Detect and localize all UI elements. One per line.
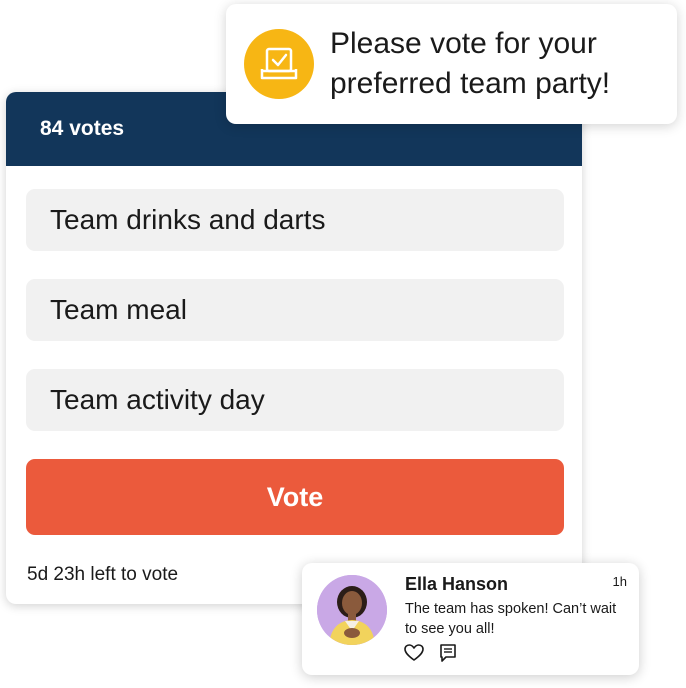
poll-option-drinks-darts[interactable]: Team drinks and darts — [26, 189, 564, 251]
poll-option-activity-day[interactable]: Team activity day — [26, 369, 564, 431]
option-label: Team meal — [50, 294, 187, 325]
avatar — [317, 575, 387, 645]
comment-actions — [404, 643, 458, 663]
prompt-text: Please vote for your preferred team part… — [330, 24, 610, 104]
heart-icon[interactable] — [404, 643, 424, 663]
time-left-text: 5d 23h left to vote — [27, 564, 179, 585]
comment-author: Ella Hanson — [405, 574, 509, 594]
stage: 84 votes Team drinks and darts Team meal… — [0, 0, 686, 688]
poll-card: 84 votes Team drinks and darts Team meal… — [6, 92, 582, 604]
votes-count: 84 votes — [40, 117, 125, 140]
vote-button[interactable]: Vote — [26, 459, 564, 535]
vote-prompt-bubble: Please vote for your preferred team part… — [226, 4, 677, 124]
ballot-box-icon — [244, 29, 314, 99]
comment-card: Ella Hanson 1h The team has spoken! Can’… — [302, 563, 639, 675]
comment-time: 1h — [612, 574, 627, 589]
prompt-text-line1: Please vote for your — [330, 27, 597, 60]
poll-option-meal[interactable]: Team meal — [26, 279, 564, 341]
comment-text: The team has spoken! Can’t wait to see y… — [405, 601, 617, 637]
prompt-text-line2: preferred team party! — [330, 67, 611, 100]
option-label: Team activity day — [50, 384, 265, 415]
option-label: Team drinks and darts — [50, 204, 326, 235]
comment-icon[interactable] — [438, 643, 458, 663]
